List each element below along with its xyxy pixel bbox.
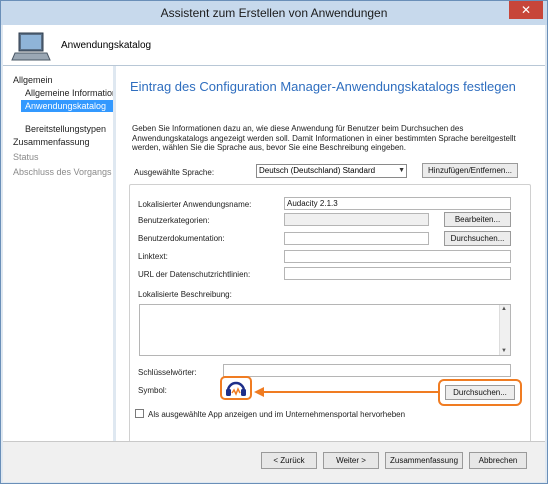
keywords-label: Schlüsselwörter: — [138, 368, 197, 377]
link-text-field[interactable] — [284, 250, 511, 263]
add-remove-language-button[interactable]: Hinzufügen/Entfernen... — [422, 163, 518, 178]
nav-item-general-info[interactable]: Allgemeine Informatione — [25, 88, 113, 98]
scroll-down-icon[interactable]: ▼ — [501, 348, 507, 354]
title-bar: Assistent zum Erstellen von Anwendungen … — [1, 1, 547, 25]
nav-item-deployment-types[interactable]: Bereitstellungstypen — [25, 124, 106, 134]
localized-name-label: Lokalisierter Anwendungsname: — [138, 200, 252, 209]
wizard-footer: < Zurück Weiter > Zusammenfassung Abbrec… — [3, 441, 545, 482]
nav-item-summary[interactable]: Zusammenfassung — [13, 137, 90, 147]
language-select[interactable]: Deutsch (Deutschland) Standard ▼ — [256, 164, 407, 178]
content-panel: Eintrag des Configuration Manager-Anwend… — [116, 66, 545, 452]
categories-label: Benutzerkategorien: — [138, 216, 210, 225]
browse-icon-button[interactable]: Durchsuchen... — [445, 385, 515, 400]
back-button[interactable]: < Zurück — [261, 452, 317, 469]
nav-item-general[interactable]: Allgemein — [13, 75, 53, 85]
nav-item-status: Status — [13, 152, 39, 162]
featured-app-checkbox[interactable] — [135, 409, 144, 418]
edit-categories-button[interactable]: Bearbeiten... — [444, 212, 511, 227]
wizard-nav: Allgemein Allgemeine Informatione Anwend… — [3, 66, 113, 452]
chevron-down-icon: ▼ — [398, 167, 405, 174]
language-select-value: Deutsch (Deutschland) Standard — [259, 166, 376, 175]
privacy-url-field[interactable] — [284, 267, 511, 280]
featured-app-label: Als ausgewählte App anzeigen und im Unte… — [148, 410, 406, 419]
page-header-title: Anwendungskatalog — [61, 40, 152, 51]
keywords-field[interactable] — [223, 364, 511, 377]
privacy-url-label: URL der Datenschutzrichtlinien: — [138, 270, 251, 279]
browse-documentation-button[interactable]: Durchsuchen... — [444, 231, 511, 246]
documentation-label: Benutzerdokumentation: — [138, 234, 225, 243]
localized-name-field[interactable]: Audacity 2.1.3 — [284, 197, 511, 210]
wizard-window: Assistent zum Erstellen von Anwendungen … — [0, 0, 548, 484]
wizard-header: Anwendungskatalog — [3, 25, 545, 66]
next-button[interactable]: Weiter > — [323, 452, 379, 469]
summary-button[interactable]: Zusammenfassung — [385, 452, 463, 469]
nav-item-app-catalog[interactable]: Anwendungskatalog — [21, 100, 113, 112]
categories-field[interactable] — [284, 213, 429, 226]
close-button[interactable]: ✕ — [509, 1, 543, 19]
description-label: Lokalisierte Beschreibung: — [138, 290, 232, 299]
scroll-up-icon[interactable]: ▲ — [501, 306, 507, 312]
description-textarea[interactable]: ▲ ▼ — [139, 304, 511, 356]
language-label: Ausgewählte Sprache: — [134, 168, 215, 177]
page-title: Eintrag des Configuration Manager-Anwend… — [130, 79, 516, 94]
link-text-label: Linktext: — [138, 252, 168, 261]
window-title: Assistent zum Erstellen von Anwendungen — [160, 6, 388, 20]
nav-item-completion: Abschluss des Vorgangs — [13, 167, 112, 177]
documentation-field[interactable] — [284, 232, 429, 245]
headphones-icon — [226, 381, 246, 396]
icon-label: Symbol: — [138, 386, 167, 395]
app-icon-preview — [220, 376, 252, 400]
computer-icon — [11, 32, 51, 61]
cancel-button[interactable]: Abbrechen — [469, 452, 527, 469]
intro-text: Geben Sie Informationen dazu an, wie die… — [132, 124, 516, 152]
description-scrollbar[interactable]: ▲ ▼ — [499, 305, 510, 355]
